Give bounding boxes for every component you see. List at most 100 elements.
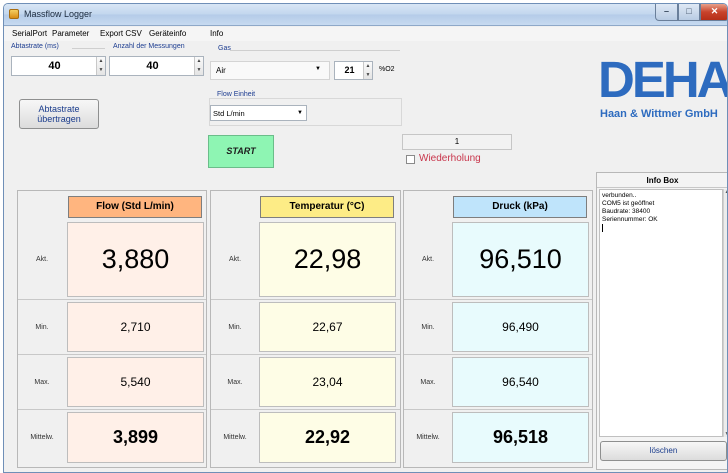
abtastrate-label: Abtastrate (ms) xyxy=(11,43,59,50)
druck-max-value: 96,540 xyxy=(502,375,539,389)
log-line: COM5 ist geöffnet xyxy=(602,200,655,207)
flow-einheit-select[interactable]: Std L/min ▼ xyxy=(210,105,307,121)
window-title: Massflow Logger xyxy=(24,9,93,19)
menu-serialport[interactable]: SerialPort xyxy=(12,29,47,38)
messungen-spin[interactable]: ▲ ▼ xyxy=(194,57,203,75)
menu-info[interactable]: Info xyxy=(210,29,223,38)
abtastrate-uebertragen-button[interactable]: Abtastrate übertragen xyxy=(19,99,99,129)
druck-panel: Druck (kPa) 96,510 Akt. 96,490 Min. 96,5… xyxy=(403,190,593,468)
row-label-akt: Akt. xyxy=(35,256,49,263)
temperatur-mittel-cell: 22,92 xyxy=(259,412,396,463)
druck-max-cell: 96,540 xyxy=(452,357,589,407)
druck-mittel-cell: 96,518 xyxy=(452,412,589,463)
info-box-scrollbar[interactable]: ▲ ▼ xyxy=(723,189,727,437)
scroll-up-icon[interactable]: ▲ xyxy=(724,189,727,195)
flow-einheit-value: Std L/min xyxy=(213,109,245,118)
abtastrate-spin[interactable]: ▲ ▼ xyxy=(96,57,105,75)
maximize-button[interactable]: □ xyxy=(678,4,700,21)
flow-min-value: 2,710 xyxy=(120,320,151,334)
temperatur-akt-cell: 22,98 xyxy=(259,222,396,297)
button-label-line2: übertragen xyxy=(37,114,81,124)
spin-down-icon[interactable]: ▼ xyxy=(97,66,105,75)
spin-up-icon[interactable]: ▲ xyxy=(195,57,203,66)
temperatur-mittel-value: 22,92 xyxy=(304,427,351,447)
menu-parameter[interactable]: Parameter xyxy=(52,29,89,38)
row-divider xyxy=(404,299,592,300)
temperatur-panel: Temperatur (°C) 22,98 Akt. 22,67 Min. 23… xyxy=(210,190,401,468)
row-label-akt: Akt. xyxy=(421,256,435,263)
info-box: Info Box verbunden.. COM5 ist geöffnet B… xyxy=(596,172,727,470)
row-divider xyxy=(404,354,592,355)
close-button[interactable]: ✕ xyxy=(700,4,727,21)
spin-down-icon[interactable]: ▼ xyxy=(195,66,203,75)
wiederholung-checkbox[interactable] xyxy=(406,155,415,164)
menu-geraeteinfo[interactable]: Geräteinfo xyxy=(149,29,186,38)
row-label-mittelw: Mittelw. xyxy=(30,434,54,441)
chevron-down-icon[interactable]: ▼ xyxy=(297,110,303,116)
button-label-line1: Abtastrate xyxy=(38,104,80,114)
row-divider xyxy=(18,409,206,410)
loeschen-button[interactable]: löschen xyxy=(600,441,727,461)
log-line: verbunden.. xyxy=(602,192,637,199)
temperatur-header: Temperatur (°C) xyxy=(260,196,394,218)
flow-header: Flow (Std L/min) xyxy=(68,196,202,218)
o2-unit: %O2 xyxy=(379,66,395,73)
o2-value: 21 xyxy=(344,65,355,75)
temperatur-max-value: 23,04 xyxy=(312,375,343,389)
deha-logo-subtitle: Haan & Wittmer GmbH xyxy=(600,108,718,120)
start-button[interactable]: START xyxy=(208,135,274,168)
flow-akt-cell: 3,880 xyxy=(67,222,204,297)
messungen-label: Anzahl der Messungen xyxy=(113,43,185,50)
menu-export-csv[interactable]: Export CSV xyxy=(100,29,142,38)
gas-value: Air xyxy=(216,66,226,75)
scroll-down-icon[interactable]: ▼ xyxy=(724,431,727,437)
info-box-title: Info Box xyxy=(597,173,727,188)
druck-akt-cell: 96,510 xyxy=(452,222,589,297)
flow-mittel-value: 3,899 xyxy=(112,427,159,447)
row-divider xyxy=(211,299,400,300)
row-label-mittelw: Mittelw. xyxy=(223,434,247,441)
app-icon xyxy=(9,9,19,19)
spin-up-icon[interactable]: ▲ xyxy=(97,57,105,66)
o2-stepper[interactable]: 21 ▲ ▼ xyxy=(334,61,373,80)
menu-bar: SerialPort Parameter Export CSV Gerätein… xyxy=(4,27,727,41)
temperatur-min-value: 22,67 xyxy=(312,320,343,334)
wiederholung-label: Wiederholung xyxy=(419,153,481,164)
abtastrate-stepper[interactable]: 40 ▲ ▼ xyxy=(11,56,106,76)
app-window: Massflow Logger – □ ✕ SerialPort Paramet… xyxy=(3,3,728,473)
spin-up-icon[interactable]: ▲ xyxy=(364,62,372,71)
druck-akt-value: 96,510 xyxy=(479,244,562,274)
druck-header: Druck (kPa) xyxy=(453,196,587,218)
druck-min-cell: 96,490 xyxy=(452,302,589,352)
gas-select[interactable]: Air ▼ xyxy=(210,61,330,80)
flow-panel: Flow (Std L/min) 3,880 Akt. 2,710 Min. 5… xyxy=(17,190,207,468)
info-box-log[interactable]: verbunden.. COM5 ist geöffnet Baudrate: … xyxy=(599,189,723,437)
messungen-value: 40 xyxy=(146,60,159,72)
flow-min-cell: 2,710 xyxy=(67,302,204,352)
deha-logo: DEHA xyxy=(598,51,728,108)
row-label-max: Max. xyxy=(227,378,243,386)
title-bar[interactable]: Massflow Logger – □ ✕ xyxy=(4,4,727,26)
row-label-akt: Akt. xyxy=(228,256,242,263)
chevron-down-icon[interactable]: ▼ xyxy=(315,66,321,72)
row-label-max: Max. xyxy=(34,378,50,386)
flow-einheit-label: Flow Einheit xyxy=(217,91,256,98)
druck-mittel-value: 96,518 xyxy=(492,427,549,447)
log-line: Seriennummer: OK xyxy=(602,216,658,223)
temperatur-max-cell: 23,04 xyxy=(259,357,396,407)
row-divider xyxy=(404,409,592,410)
messungen-stepper[interactable]: 40 ▲ ▼ xyxy=(109,56,204,76)
flow-akt-value: 3,880 xyxy=(101,244,170,274)
flow-max-value: 5,540 xyxy=(120,375,151,389)
row-divider xyxy=(211,409,400,410)
row-label-min: Min. xyxy=(228,323,242,331)
temperatur-min-cell: 22,67 xyxy=(259,302,396,352)
log-line: Baudrate: 38400 xyxy=(602,208,651,215)
text-caret xyxy=(602,224,603,232)
spin-down-icon[interactable]: ▼ xyxy=(364,71,372,80)
minimize-button[interactable]: – xyxy=(655,4,678,21)
o2-spin[interactable]: ▲ ▼ xyxy=(363,62,372,79)
row-divider xyxy=(211,354,400,355)
row-label-min: Min. xyxy=(35,323,49,331)
abtastrate-value: 40 xyxy=(48,60,61,72)
